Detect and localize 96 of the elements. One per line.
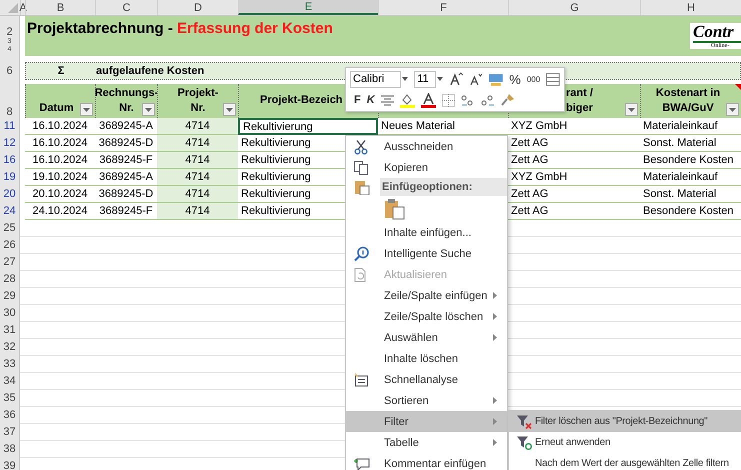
caret-icon <box>729 108 736 112</box>
bold-button[interactable]: F <box>350 94 361 106</box>
column-title: BWA/GuV <box>662 101 714 116</box>
menu-item[interactable]: Intelligente Suche <box>346 243 507 264</box>
number-format-icon[interactable] <box>488 72 504 86</box>
table-cell: 24.10.2024 <box>25 203 95 220</box>
table-cell: Materialeinkauf <box>640 118 741 135</box>
quick-analysis-icon <box>354 372 369 387</box>
font-name-dropdown[interactable]: Calibri <box>350 70 402 88</box>
column-title: Nr. <box>190 101 206 116</box>
sheet-subtitle: Erfassung der Kosten <box>177 20 333 37</box>
paste-icon[interactable] <box>384 198 406 220</box>
menu-item[interactable]: Filter <box>346 411 507 432</box>
filter-dropdown-button[interactable] <box>223 103 236 116</box>
refresh-icon <box>354 267 368 282</box>
caret-icon <box>628 108 635 112</box>
menu-item[interactable]: Zeile/Spalte einfügen <box>346 285 507 306</box>
table-cell: Sonst. Material <box>640 186 741 203</box>
format-painter-icon[interactable] <box>500 93 515 107</box>
menu-item[interactable]: Erneut anwenden <box>509 432 741 453</box>
clear-filter-icon <box>517 414 532 429</box>
borders-icon[interactable] <box>442 94 455 106</box>
column-header[interactable]: H <box>640 0 741 15</box>
column-header[interactable]: G <box>508 0 640 15</box>
table-cell: XYZ GmbH <box>508 118 640 135</box>
table-cell: 4714 <box>157 118 238 135</box>
column-header[interactable]: C <box>95 0 157 15</box>
table-cell: 16.10.2024 <box>25 152 95 169</box>
sheet-title: Projektabrechnung - <box>27 20 174 37</box>
column-title: Projekt-Bezeich <box>260 92 343 108</box>
table-cell: 4714 <box>157 152 238 169</box>
filter-dropdown-button[interactable] <box>80 103 93 116</box>
table-cell: 20.10.2024 <box>25 186 95 203</box>
menu-item[interactable]: Filter löschen aus "Projekt-Bezeichnung" <box>509 411 741 432</box>
caret-icon <box>145 108 152 112</box>
table-cell: 4714 <box>157 135 238 152</box>
column-header[interactable]: E <box>238 0 378 15</box>
table-cell: Rekultivierung <box>238 118 378 135</box>
sigma-symbol: Σ <box>56 65 66 77</box>
fill-color-icon[interactable] <box>400 92 415 108</box>
row-number[interactable]: 8 <box>6 107 13 118</box>
clipboard-icon <box>354 179 370 195</box>
filter-dropdown-button[interactable] <box>625 103 638 116</box>
table-cell: Besondere Kosten <box>640 152 741 169</box>
font-color-icon[interactable] <box>420 92 436 108</box>
column-title: biger <box>566 101 593 116</box>
percent-style-button[interactable]: % <box>509 72 521 86</box>
align-center-icon[interactable] <box>380 94 394 106</box>
menu-item[interactable]: Tabelle <box>346 432 507 453</box>
caret-icon <box>226 108 233 112</box>
menu-item[interactable]: Auswählen <box>346 327 507 348</box>
column-title: rant / <box>566 86 593 101</box>
dropdown-arrow-icon[interactable] <box>436 77 443 81</box>
scissors-icon <box>354 139 368 154</box>
filter-dropdown-button[interactable] <box>142 103 155 116</box>
table-format-icon[interactable] <box>546 72 560 86</box>
copy-icon <box>354 160 368 174</box>
thousands-separator-button[interactable]: 000 <box>526 74 540 84</box>
search-icon <box>354 246 369 261</box>
column-title: Rechnungs- <box>94 86 158 101</box>
menu-item[interactable]: Zeile/Spalte löschen <box>346 306 507 327</box>
summary-label: aufgelaufene Kosten <box>96 65 204 77</box>
table-cell: Sonst. Material <box>640 135 741 152</box>
increase-decimal-icon[interactable] <box>460 94 475 106</box>
filter-dropdown-button[interactable] <box>726 103 739 116</box>
decrease-decimal-icon[interactable] <box>480 94 495 106</box>
caret-icon <box>83 108 90 112</box>
comment-icon <box>354 456 370 470</box>
menu-item[interactable]: Schnellanalyse <box>346 369 507 390</box>
column-title: Projekt- <box>178 86 218 101</box>
column-header[interactable]: B <box>25 0 95 15</box>
table-cell: Besondere Kosten <box>640 203 741 220</box>
column-title: Datum <box>39 101 74 116</box>
menu-section-title: Einfügeoptionen: <box>380 178 507 196</box>
table-cell: 4714 <box>157 186 238 203</box>
menu-item[interactable]: Kommentar einfügen <box>346 453 507 470</box>
menu-item[interactable]: Nach dem Wert der ausgewählten Zelle filtern <box>509 453 741 470</box>
font-size-dropdown[interactable]: 11 <box>414 70 436 88</box>
menu-item[interactable]: Inhalte löschen <box>346 348 507 369</box>
italic-button[interactable]: K <box>366 94 375 106</box>
column-header[interactable]: F <box>378 0 508 15</box>
table-cell: 4714 <box>157 203 238 220</box>
menu-item[interactable]: Inhalte einfügen... <box>346 222 507 243</box>
reapply-filter-icon <box>517 435 532 450</box>
table-cell: 16.10.2024 <box>25 135 95 152</box>
table-cell: 16.10.2024 <box>25 118 95 135</box>
table-cell: 4714 <box>157 169 238 186</box>
grow-font-icon[interactable] <box>448 72 463 86</box>
table-cell: 19.10.2024 <box>25 169 95 186</box>
dropdown-arrow-icon[interactable] <box>402 77 408 81</box>
column-title: Nr. <box>119 101 134 116</box>
row-number[interactable]: 2 <box>6 16 13 38</box>
table-cell: Materialeinkauf <box>640 169 741 186</box>
column-title: Kostenart in <box>656 86 720 101</box>
menu-item[interactable]: Sortieren <box>346 390 507 411</box>
shrink-font-icon[interactable] <box>468 72 482 86</box>
